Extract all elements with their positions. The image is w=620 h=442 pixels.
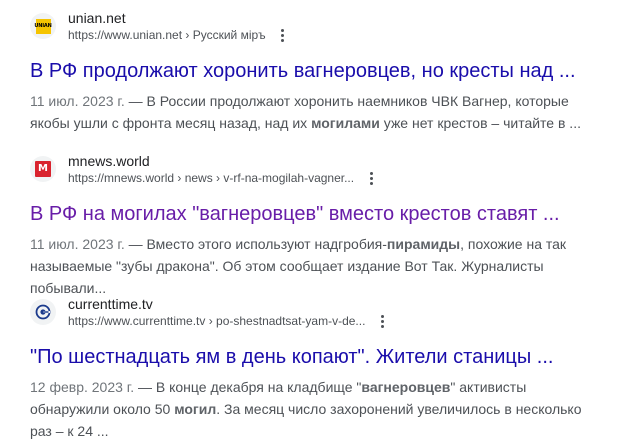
- unian-logo-text: UNIAN: [34, 22, 52, 29]
- site-url: https://mnews.world › news › v-rf-na-mog…: [68, 171, 355, 185]
- site-name: currenttime.tv: [68, 296, 153, 312]
- currenttime-logo-icon: [30, 299, 56, 325]
- site-url: https://www.currenttime.tv › po-shestnad…: [68, 314, 366, 328]
- result-snippet: 11 июл. 2023 г. — Вместо этого использую…: [30, 236, 567, 296]
- result-snippet: 12 февр. 2023 г. — В конце декабря на кл…: [30, 379, 582, 439]
- result-title-link[interactable]: "По шестнадцать ям в день копают". Жител…: [30, 344, 610, 370]
- result-source[interactable]: M mnews.world https://mnews.world › news…: [30, 151, 610, 187]
- more-vert-icon[interactable]: [364, 170, 378, 186]
- mnews-logo-icon: M: [30, 156, 56, 182]
- result-date: 11 июл. 2023 г.: [30, 93, 125, 109]
- mnews-logo-text: M: [38, 163, 48, 174]
- search-result: M mnews.world https://mnews.world › news…: [30, 151, 610, 299]
- site-url: https://www.unian.net › Русский мiръ: [68, 28, 266, 42]
- highlight-term: пирамиды: [386, 236, 461, 252]
- unian-logo-icon: UNIAN: [30, 13, 56, 39]
- highlight-term: вагнеровцев: [361, 379, 451, 395]
- search-result: UNIAN unian.net https://www.unian.net › …: [30, 8, 610, 134]
- result-source[interactable]: UNIAN unian.net https://www.unian.net › …: [30, 8, 610, 44]
- highlight-term: могил: [174, 401, 217, 417]
- result-title-link[interactable]: В РФ на могилах "вагнеровцев" вместо кре…: [30, 201, 610, 227]
- site-name: unian.net: [68, 10, 126, 26]
- more-vert-icon[interactable]: [375, 313, 389, 329]
- site-name: mnews.world: [68, 153, 150, 169]
- search-result: currenttime.tv https://www.currenttime.t…: [30, 294, 610, 442]
- result-snippet: 11 июл. 2023 г. — В России продолжают хо…: [30, 93, 581, 131]
- result-title-link[interactable]: В РФ продолжают хоронить вагнеровцев, но…: [30, 58, 610, 84]
- result-date: 11 июл. 2023 г.: [30, 236, 125, 252]
- highlight-term: могилами: [311, 115, 380, 131]
- result-source[interactable]: currenttime.tv https://www.currenttime.t…: [30, 294, 610, 330]
- more-vert-icon[interactable]: [276, 27, 290, 43]
- result-date: 12 февр. 2023 г.: [30, 379, 135, 395]
